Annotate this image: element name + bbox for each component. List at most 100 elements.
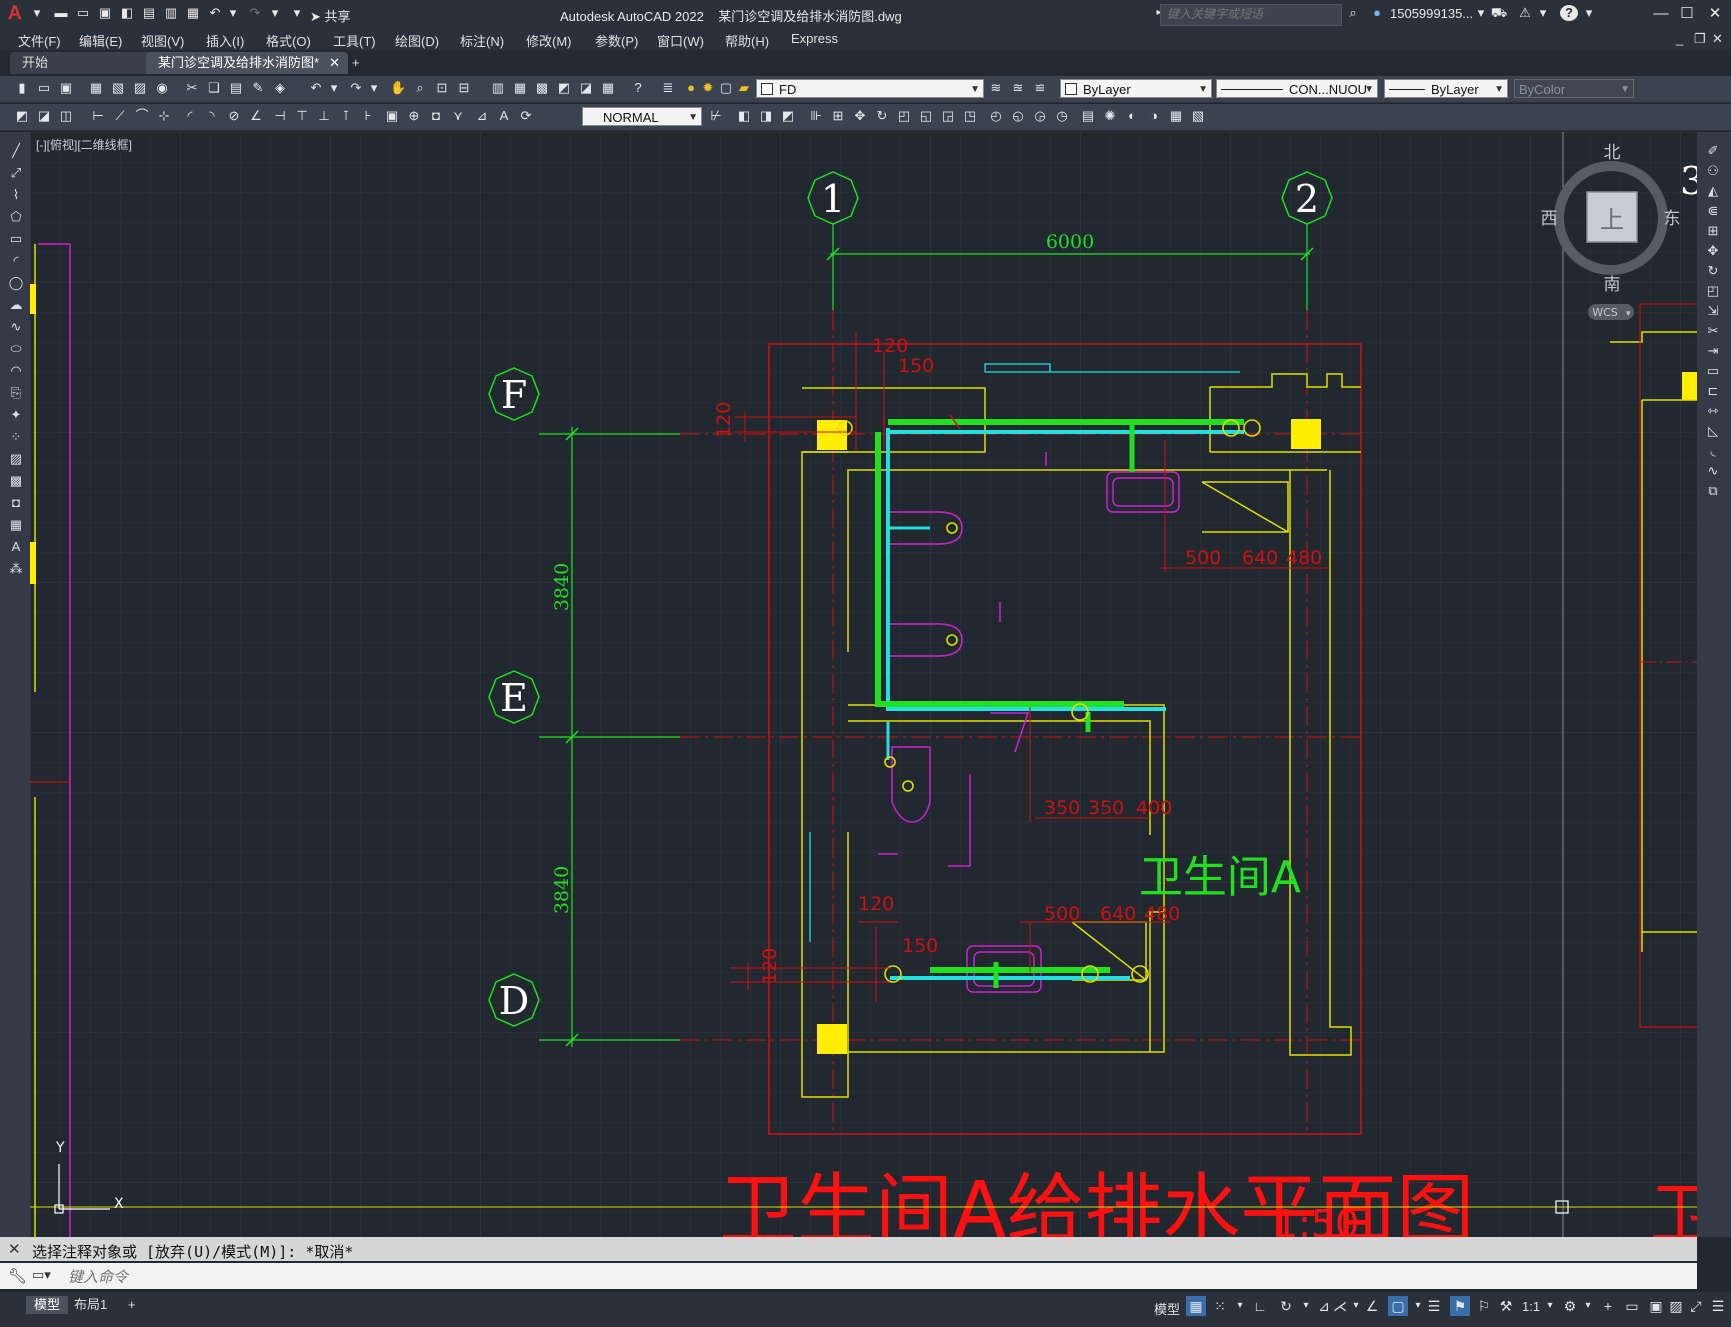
arc-icon[interactable]: ◜ [7,252,25,270]
layer-lock-icon[interactable]: ▰ [736,80,752,96]
add-layout-button[interactable]: + [120,1296,144,1314]
model-space-button[interactable]: 模型 [1154,1299,1180,1318]
dim-baseline-icon[interactable]: ⊤ [294,108,310,124]
3d-print-icon[interactable]: ◉ [154,80,170,96]
erase-icon[interactable]: ✐ [1704,142,1722,160]
dim-linear-icon[interactable]: ⊢ [90,108,106,124]
inspect-icon[interactable]: ◘ [428,108,444,124]
array-icon[interactable]: ⊞ [830,108,846,124]
doc-minimize-button[interactable]: _ [1676,31,1683,46]
search-icon[interactable]: ⌕ [1344,5,1362,21]
plotstyle-dropdown[interactable]: ByColor ▼ [1514,79,1634,98]
lineweight-dropdown[interactable]: ByLayer ▼ [1384,79,1508,98]
hatchedit-icon[interactable]: ▦ [1168,108,1184,124]
menu-view[interactable]: 视图(V) [141,31,184,50]
linetype-dropdown[interactable]: CON...NUOU ▼ [1216,79,1378,98]
color-dropdown[interactable]: ByLayer ▼ [1060,79,1212,98]
quick-dim-icon[interactable]: ⊣ [272,108,288,124]
explode-icon[interactable]: ✺ [1102,108,1118,124]
scale-icon[interactable]: ◰ [896,108,912,124]
fillet-icon[interactable]: ◟ [1704,442,1722,460]
layer-on-icon[interactable]: ● [683,80,699,96]
command-close-icon[interactable]: ✕ [8,1240,21,1258]
customize-qat-icon[interactable]: ▾ [288,5,306,21]
tab-layout1[interactable]: 布局1 [66,1296,115,1314]
region-icon[interactable]: ◘ [7,494,25,512]
polar-tracking-icon[interactable]: ↻ [1276,1296,1296,1316]
new-tab-button[interactable]: + [346,52,370,74]
dimstyle-dropdown[interactable]: NORMAL ▼ [582,107,702,126]
menu-format[interactable]: 格式(O) [266,31,311,50]
scale-icon[interactable]: ◰ [1704,282,1722,300]
infer-constraints-icon[interactable]: ∟ [1250,1296,1270,1316]
rectangle-icon[interactable]: ▭ [7,230,25,248]
recent-commands-icon[interactable]: ▭▾ [32,1267,51,1283]
undo-icon[interactable]: ↶ [206,5,224,21]
help-icon[interactable]: ? [630,80,646,96]
dim-ordinate-icon[interactable]: ⊹ [156,108,172,124]
zoom-window-icon[interactable]: ⊡ [434,80,450,96]
object-snap-icon[interactable]: ▢ [1388,1296,1408,1316]
erase-icon[interactable]: ◧ [736,108,752,124]
quick-properties-icon[interactable]: ▣ [1646,1296,1666,1316]
menu-insert[interactable]: 插入(I) [206,31,244,50]
plot-preview-icon[interactable]: ▧ [110,80,126,96]
search-box[interactable] [1160,4,1342,26]
chamfer-icon[interactable]: ◺ [1704,422,1722,440]
design-center-icon[interactable]: ▦ [512,80,528,96]
annotate-3-icon[interactable]: ◫ [58,108,74,124]
table-icon[interactable]: ▦ [7,516,25,534]
open-icon[interactable]: ▭ [36,80,52,96]
dim-continue-icon[interactable]: ⊥ [316,108,332,124]
menu-modify[interactable]: 修改(M) [526,31,572,50]
close-button[interactable]: ✕ [1702,4,1728,24]
osnap-angle-icon[interactable]: ∠ [1362,1296,1382,1316]
units-icon[interactable]: ▭ [1622,1296,1642,1316]
app-menu-button[interactable]: A [8,3,30,25]
dim-text-edit-icon[interactable]: A [496,108,512,124]
save-as-icon[interactable]: ◧ [118,5,136,21]
layer-states-icon[interactable]: ≌ [1032,80,1048,96]
markup-icon[interactable]: ◪ [578,80,594,96]
ellipse-icon[interactable]: ⬭ [7,340,25,358]
mirror-icon[interactable]: ◭ [1704,182,1722,200]
new-file-icon[interactable]: ▬ [52,5,70,21]
workspace-gear-icon[interactable]: ⚙ [1560,1296,1580,1316]
cart-icon[interactable]: ⛟ [1490,5,1508,21]
revcloud-icon[interactable]: ☁ [7,296,25,314]
menu-file[interactable]: 文件(F) [18,31,61,50]
extend-icon[interactable]: ◳ [962,108,978,124]
search-input[interactable] [1161,5,1337,23]
break-point-icon[interactable]: ▭ [1704,362,1722,380]
undo-icon[interactable]: ↶ [308,80,324,96]
open-web-icon[interactable]: ▤ [140,5,158,21]
dim-arc-icon[interactable]: ⌒ [134,108,150,124]
help-dropdown-icon[interactable]: ▾ [1580,5,1598,21]
drawing-canvas[interactable]: 1 2 3 F E D 6000 3840 3840 120 150 120 5… [30,132,1697,1237]
explode-icon[interactable]: ⧉ [1704,482,1722,500]
break-icon[interactable]: ◴ [988,108,1004,124]
polyline-icon[interactable]: ⌇ [7,186,25,204]
grid-display-icon[interactable]: ▦ [1186,1296,1206,1316]
mtext-icon[interactable]: A [7,538,25,556]
extend-icon[interactable]: ⇥ [1704,342,1722,360]
gradient-icon[interactable]: ▩ [7,472,25,490]
minimize-button[interactable]: — [1648,4,1674,24]
properties-icon[interactable]: ▥ [490,80,506,96]
menu-dimension[interactable]: 标注(N) [460,31,504,50]
redo-dropdown-icon[interactable]: ▾ [366,80,382,96]
mirror-icon[interactable]: ◩ [780,108,796,124]
trim-icon[interactable]: ✂ [1704,322,1722,340]
ellipse-arc-icon[interactable]: ◠ [7,362,25,380]
blend-icon[interactable]: ∿ [1704,462,1722,480]
dim-update-icon[interactable]: ⟳ [518,108,534,124]
layer-previous-icon[interactable]: ≊ [1010,80,1026,96]
layer-dropdown[interactable]: FD ▼ [756,79,984,98]
menu-express[interactable]: Express [791,31,838,46]
sheet-set-icon[interactable]: ◩ [556,80,572,96]
tab-model[interactable]: 模型 [26,1296,69,1314]
redo-dropdown-icon[interactable]: ▾ [266,5,284,21]
menu-edit[interactable]: 编辑(E) [79,31,122,50]
make-current-layer-icon[interactable]: ≋ [988,80,1004,96]
join-icon[interactable]: ⇿ [1704,402,1722,420]
